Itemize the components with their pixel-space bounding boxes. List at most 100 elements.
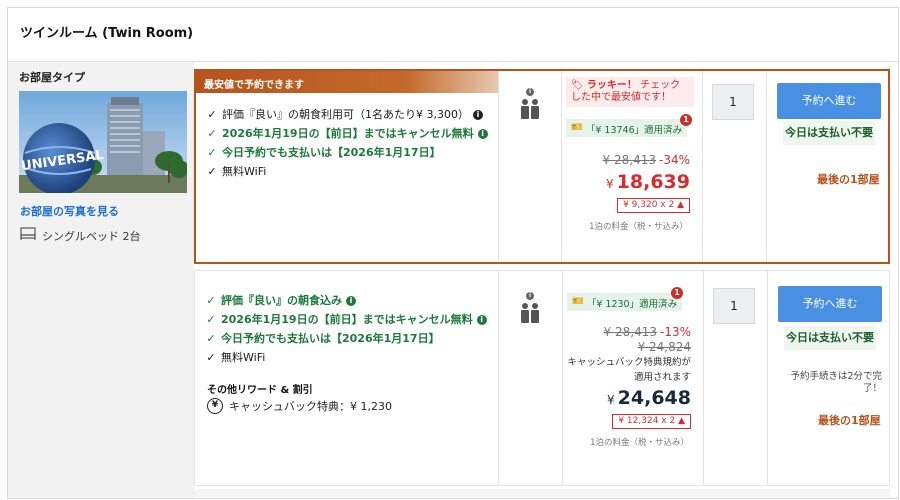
- benefit-text: 今日予約でも支払いは【2026年1月17日】: [221, 332, 440, 345]
- benefit-text: 無料WiFi: [221, 351, 266, 364]
- last-room-notice: 最後の1部屋: [818, 414, 881, 427]
- footer-strip: [194, 489, 890, 497]
- occupancy[interactable]: i: [499, 83, 561, 120]
- last-room-notice: 最後の1部屋: [817, 173, 880, 186]
- check-icon: ✓: [207, 108, 217, 121]
- per-night-text: ¥ 9,320 x 2: [623, 200, 675, 210]
- ticket-icon: 🎫: [571, 122, 583, 133]
- room-photo[interactable]: UNIVERSAL: [19, 91, 187, 193]
- divider: [767, 271, 768, 485]
- coupon-applied[interactable]: 🎫 「¥ 1230」適用済み: [567, 293, 683, 311]
- cashback-reward: ¥ キャッシュバック特典：¥ 1,230: [207, 398, 392, 414]
- divider: [703, 271, 704, 485]
- check-icon: ✓: [206, 313, 216, 326]
- benefit-text: 評価『良い』の朝食込み: [221, 294, 342, 307]
- room-panel: ツインルーム (Twin Room) お部屋タイプ UNIVERSAL お部屋の…: [7, 7, 899, 499]
- original-price: ¥ 28,413: [603, 325, 657, 339]
- divider: [702, 71, 703, 262]
- final-price: ¥24,648: [607, 387, 691, 409]
- check-icon: ✓: [206, 332, 216, 345]
- best-price-banner: 最安値で予約できます: [196, 71, 498, 93]
- room-title: ツインルーム (Twin Room): [20, 26, 194, 41]
- info-icon[interactable]: i: [472, 109, 483, 120]
- offer-card-1: 最安値で予約できます ✓ 評価『良い』の朝食利用可（1名あたり¥ 3,300） …: [194, 69, 890, 264]
- benefit-text: 評価『良い』の朝食利用可（1名あたり¥ 3,300）: [222, 108, 469, 121]
- benefit-pay-later: ✓ 今日予約でも支払いは【2026年1月17日】: [205, 329, 487, 348]
- occupancy[interactable]: i: [499, 287, 561, 324]
- bed-icon: [20, 227, 36, 244]
- benefit-breakfast: ✓ 評価『良い』の朝食込み i: [205, 291, 487, 310]
- room-photo-image: UNIVERSAL: [19, 91, 187, 193]
- cashback-icon: ¥: [207, 398, 223, 414]
- check-icon: ✓: [207, 146, 217, 159]
- two-person-icon: [521, 99, 539, 119]
- person-icon: ▲: [677, 200, 684, 210]
- info-icon: i: [526, 292, 534, 300]
- currency: ¥: [606, 177, 614, 191]
- offer-card-2: ✓ 評価『良い』の朝食込み i ✓ 2026年1月19日の【前日】まではキャンセ…: [194, 270, 890, 486]
- discount-percent: -34%: [658, 153, 690, 167]
- check-icon: ✓: [206, 351, 216, 364]
- price-amount: 24,648: [617, 387, 691, 409]
- room-type-label: お部屋タイプ: [19, 71, 85, 84]
- coupon-text: 「¥ 1230」適用済み: [586, 299, 678, 310]
- pay-today-not-required: 今日は支払い不要: [784, 326, 876, 350]
- info-icon[interactable]: i: [346, 295, 356, 306]
- check-icon: ✓: [207, 127, 217, 140]
- coupon-count-badge: 1: [671, 287, 683, 299]
- info-icon[interactable]: i: [476, 314, 487, 325]
- lucky-notice: 🏷 ラッキー！ チェックした中で最安値です！: [566, 77, 694, 107]
- benefit-text: 2026年1月19日の【前日】まではキャンセル無料: [221, 313, 473, 326]
- room-quantity-select[interactable]: 1: [713, 288, 755, 324]
- room-quantity-select[interactable]: 1: [712, 84, 754, 120]
- benefit-text: 2026年1月19日の【前日】まではキャンセル無料: [222, 127, 474, 140]
- two-person-icon: [521, 303, 539, 323]
- tax-note: 1泊の料金（税・サ込み）: [590, 438, 689, 448]
- bed-info: シングルベッド 2台: [20, 227, 141, 244]
- tax-note: 1泊の料金（税・サ込み）: [589, 222, 688, 232]
- check-icon: ✓: [206, 294, 216, 307]
- price-column: 🏷 ラッキー！ チェックした中で最安値です！ 🎫 「¥ 13746」適用済み 1…: [562, 71, 702, 262]
- benefit-wifi: ✓ 無料WiFi: [206, 162, 488, 181]
- rewards-title: その他リワード & 割引: [207, 385, 313, 396]
- discounted-price-row: ¥ 24,824: [638, 340, 691, 354]
- ticket-icon: 🎫: [572, 296, 584, 307]
- book-button[interactable]: 予約へ進む: [777, 83, 881, 119]
- benefit-list: ✓ 評価『良い』の朝食込み i ✓ 2026年1月19日の【前日】まではキャンセ…: [205, 291, 487, 367]
- booking-time-note: 予約手続きは2分で完了！: [790, 371, 882, 394]
- cashback-terms-note: キャッシュバック特典規約が適用されます: [567, 357, 691, 383]
- original-price-row: ¥ 28,413 -13%: [604, 325, 691, 339]
- discounted-price: ¥ 24,824: [637, 340, 691, 354]
- original-price: ¥ 28,413: [602, 153, 656, 167]
- per-night-text: ¥ 12,324 x 2: [618, 416, 676, 426]
- benefit-text: 無料WiFi: [222, 165, 267, 178]
- room-photos-link[interactable]: お部屋の写真を見る: [20, 203, 119, 219]
- benefit-list: ✓ 評価『良い』の朝食利用可（1名あたり¥ 3,300） i ✓ 2026年1月…: [206, 105, 488, 181]
- per-night-price: ¥ 9,320 x 2 ▲: [617, 198, 690, 213]
- price-amount: 18,639: [616, 171, 690, 193]
- price-column: 🎫 「¥ 1230」適用済み 1 ¥ 28,413 -13% ¥ 24,824 キ…: [563, 271, 703, 485]
- coupon-count-badge: 1: [680, 114, 692, 126]
- info-icon: i: [526, 88, 534, 96]
- book-button[interactable]: 予約へ進む: [778, 286, 882, 322]
- per-night-price: ¥ 12,324 x 2 ▲: [612, 414, 691, 429]
- original-price-row: ¥ 28,413 -34%: [603, 153, 690, 167]
- bed-info-label: シングルベッド 2台: [42, 229, 141, 243]
- final-price: ¥18,639: [606, 171, 690, 193]
- cashback-text: キャッシュバック特典：¥ 1,230: [229, 400, 392, 413]
- benefit-text: 今日予約でも支払いは【2026年1月17日】: [222, 146, 441, 159]
- currency: ¥: [607, 393, 615, 407]
- coupon-text: 「¥ 13746」適用済み: [585, 125, 683, 136]
- person-icon: ▲: [678, 416, 685, 426]
- benefit-wifi: ✓ 無料WiFi: [205, 348, 487, 367]
- benefit-pay-later: ✓ 今日予約でも支払いは【2026年1月17日】: [206, 143, 488, 162]
- lucky-title: ラッキー！: [586, 80, 637, 91]
- benefit-free-cancel: ✓ 2026年1月19日の【前日】まではキャンセル無料 i: [206, 124, 488, 143]
- info-icon[interactable]: i: [477, 128, 488, 139]
- discount-percent: -13%: [659, 325, 691, 339]
- coupon-applied[interactable]: 🎫 「¥ 13746」適用済み: [566, 119, 688, 137]
- pay-today-not-required: 今日は支払い不要: [783, 121, 875, 145]
- benefit-breakfast: ✓ 評価『良い』の朝食利用可（1名あたり¥ 3,300） i: [206, 105, 488, 124]
- divider: [766, 71, 767, 262]
- tag-icon: 🏷: [571, 80, 584, 91]
